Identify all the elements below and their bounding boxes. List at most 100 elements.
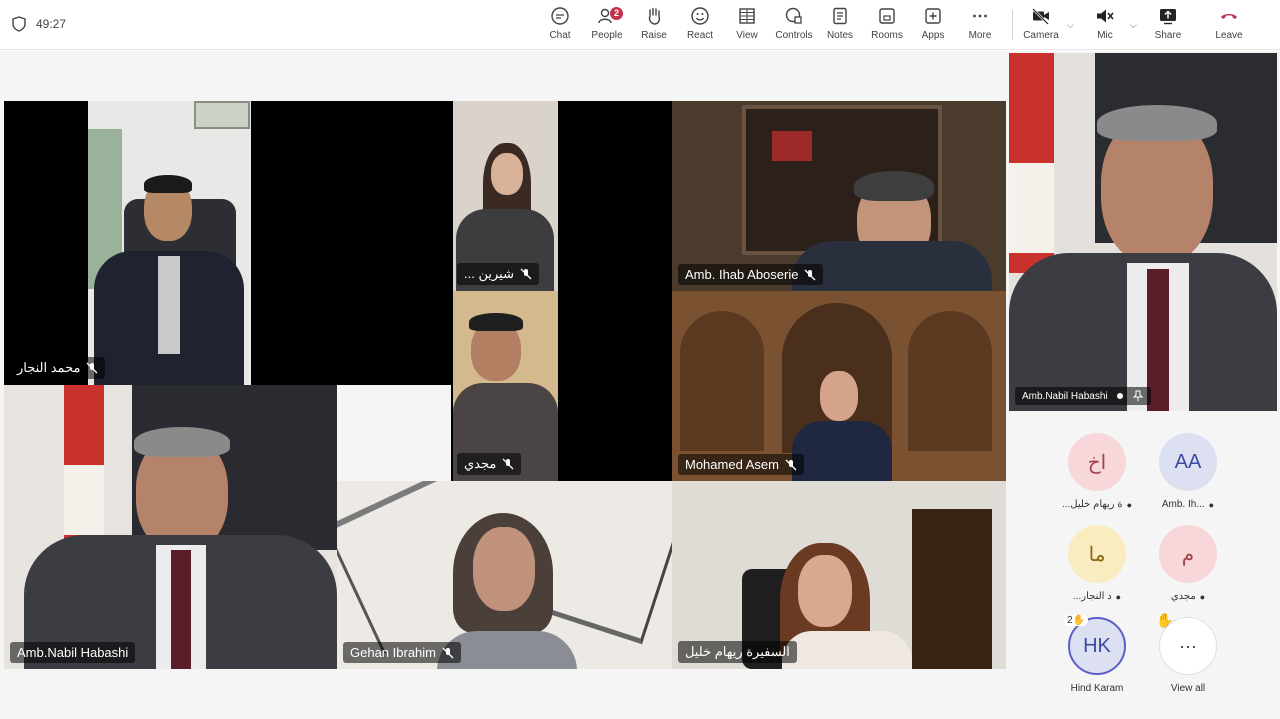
participant-name: محمد النجار: [17, 360, 81, 375]
participant-name-tag: Amb. Ihab Aboserie: [678, 264, 824, 285]
meeting-stage: محمد النجار ... شيرين Amb. Ihab Aboserie: [0, 51, 1280, 719]
wall-frame: [194, 101, 250, 129]
view-all-label: View all: [1170, 683, 1206, 694]
participant-name: Gehan Ibrahim: [350, 645, 436, 660]
roster-name: Amb. Ih...: [1161, 499, 1205, 510]
rooms-button[interactable]: Rooms: [861, 6, 913, 46]
view-label: View: [736, 30, 758, 41]
roster-participant[interactable]: AA Amb. Ih... ●: [1143, 433, 1233, 510]
video-tile-nabil-habashi[interactable]: Amb.Nabil Habashi: [4, 385, 337, 669]
share-icon: [1160, 9, 1176, 25]
video-tile-magdy[interactable]: مجدي: [451, 291, 672, 481]
flag-white-stripe: [64, 465, 104, 535]
avatar: AA: [1159, 433, 1217, 491]
flag-white-stripe: [1009, 163, 1054, 253]
roster-participant[interactable]: م مجدي ●: [1143, 525, 1233, 602]
apps-label: Apps: [921, 30, 945, 41]
camera-button[interactable]: Camera: [1015, 6, 1067, 46]
ellipsis-icon: ···: [1179, 635, 1197, 656]
view-button[interactable]: View: [721, 6, 773, 46]
toolbar-divider: [1012, 10, 1013, 40]
roster-participant[interactable]: اخ ...ة ريهام خليل ●: [1052, 433, 1142, 510]
bookcase-arch-left: [680, 311, 764, 451]
mic-muted-icon: [785, 459, 797, 470]
hair: [854, 171, 934, 201]
participant-name-tag: Amb.Nabil Habashi: [10, 642, 136, 663]
pinned-video-tile[interactable]: Amb.Nabil Habashi: [1009, 53, 1277, 411]
raise-button[interactable]: Raise: [628, 6, 680, 46]
participant-name-tag: السفيرة ريهام خليل: [678, 641, 797, 663]
more-button[interactable]: More: [954, 6, 1006, 46]
rooms-icon: [879, 8, 895, 24]
avatar-initials: HK: [1083, 634, 1111, 657]
video-tile-shirine[interactable]: ... شيرين: [451, 101, 672, 291]
meeting-timer: 49:27: [12, 16, 66, 32]
camera-options-chevron-icon[interactable]: ⌵: [1067, 20, 1074, 31]
bookcase-arch-right: [908, 311, 992, 451]
speaking-icon: [1116, 393, 1123, 399]
participant-name-tag: محمد النجار: [10, 357, 106, 379]
hair: [469, 313, 523, 331]
tie: [171, 550, 191, 669]
mic-muted-icon: ●: [1115, 591, 1122, 602]
hair: [144, 175, 192, 193]
participant-name: Amb.Nabil Habashi: [17, 645, 129, 660]
ellipsis-icon: [973, 14, 987, 18]
notes-label: Notes: [826, 30, 854, 41]
participant-name: Amb. Ihab Aboserie: [685, 267, 799, 282]
hand-raised-icon: ✋: [1072, 615, 1086, 626]
pin-icon: [1132, 390, 1143, 401]
mic-muted-icon: [442, 647, 454, 658]
raise-label: Raise: [641, 30, 667, 41]
rooms-label: Rooms: [871, 30, 903, 41]
video-tile-gehan-ibrahim[interactable]: Gehan Ibrahim: [337, 481, 672, 669]
mic-muted-icon: ●: [1199, 591, 1206, 602]
shirt: [158, 256, 180, 354]
participant-name: السفيرة ريهام خليل: [685, 644, 790, 659]
video-tile-mohamed-elnaggar[interactable]: محمد النجار: [4, 101, 451, 385]
mic-muted-icon: [520, 268, 532, 280]
hand-icon: [648, 7, 661, 25]
roster-participant[interactable]: HK 2✋ Hind Karam: [1052, 615, 1142, 694]
desk-flags: [772, 131, 812, 161]
chat-label: Chat: [549, 30, 571, 41]
people-button[interactable]: 2 People: [581, 6, 633, 46]
plus-icon: [925, 8, 941, 24]
chat-button[interactable]: Chat: [534, 6, 586, 46]
roster-name: ...د النجار: [1072, 591, 1112, 602]
video-tile-reham-khalil[interactable]: السفيرة ريهام خليل: [672, 481, 1006, 669]
chat-icon: [551, 7, 569, 25]
video-tile-mohamed-asem[interactable]: Mohamed Asem: [672, 291, 1006, 481]
face: [798, 555, 852, 627]
mic-muted-icon: ●: [1208, 499, 1215, 510]
controls-button[interactable]: Controls: [768, 6, 820, 46]
hang-up-icon: [1221, 14, 1237, 19]
participant-name-tag: Amb.Nabil Habashi: [1015, 387, 1151, 405]
roster-participant[interactable]: ما ...د النجار ●: [1052, 525, 1142, 602]
share-label: Share: [1154, 30, 1182, 41]
share-button[interactable]: Share: [1142, 6, 1194, 46]
cabinet: [912, 509, 992, 669]
participant-name: ... شيرين: [464, 266, 514, 281]
apps-button[interactable]: Apps: [907, 6, 959, 46]
participant-name-tag: ... شيرين: [457, 263, 539, 285]
controls-label: Controls: [775, 30, 813, 41]
participant-name: مجدي: [464, 456, 497, 471]
participant-name: Amb.Nabil Habashi: [1022, 390, 1108, 402]
participant-name-tag: Mohamed Asem: [678, 454, 804, 475]
react-button[interactable]: React: [674, 6, 726, 46]
raised-hand-count-badge: 2✋: [1064, 615, 1089, 626]
avatar: م: [1159, 525, 1217, 583]
people-label: People: [591, 30, 623, 41]
mic-options-chevron-icon[interactable]: ⌵: [1130, 20, 1137, 31]
timer-text: 49:27: [36, 17, 67, 31]
notes-button[interactable]: Notes: [814, 6, 866, 46]
mic-off-icon: [1097, 9, 1114, 23]
hand-raised-icon: ●: [1126, 499, 1133, 510]
leave-button[interactable]: Leave: [1203, 6, 1255, 46]
video-tile-ihab-aboserie[interactable]: Amb. Ihab Aboserie: [672, 101, 1006, 291]
face: [491, 153, 523, 195]
mic-button[interactable]: Mic: [1079, 6, 1131, 46]
view-all-button[interactable]: ··· ✋ View all: [1143, 612, 1233, 694]
camera-off-icon: [1032, 8, 1049, 25]
